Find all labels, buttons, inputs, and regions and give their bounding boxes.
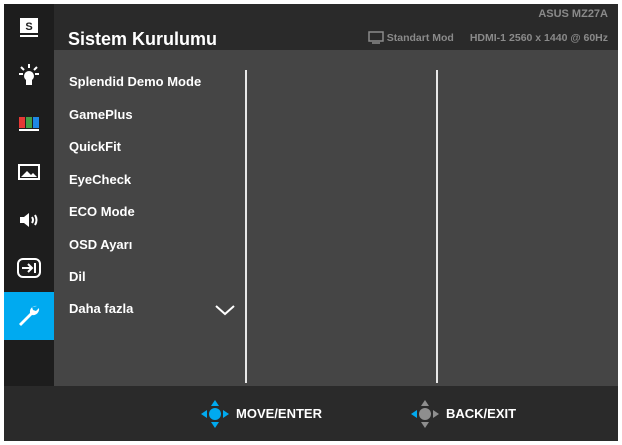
joystick-back-icon <box>411 399 439 428</box>
footer: MOVE/ENTER BACK/EXIT <box>4 386 618 441</box>
sidebar: S <box>4 4 54 386</box>
monitor-icon <box>368 31 384 44</box>
color-bars-icon <box>19 117 39 131</box>
sidebar-item-system-setup[interactable] <box>4 292 54 340</box>
osd-window: S Sistem Kurulumu ASUS MZ27A Standart Mo… <box>0 0 622 445</box>
sidebar-item-color[interactable] <box>4 100 54 148</box>
move-enter-label: MOVE/ENTER <box>236 406 322 421</box>
lightbulb-icon <box>19 64 39 85</box>
menu-item-eyecheck[interactable]: EyeCheck <box>69 172 131 187</box>
menu-item-splendid-demo[interactable]: Splendid Demo Mode <box>69 74 201 89</box>
menu-item-quickfit[interactable]: QuickFit <box>69 139 121 154</box>
menu-item-osd-settings[interactable]: OSD Ayarı <box>69 237 132 252</box>
wrench-icon <box>19 305 40 326</box>
back-exit-label: BACK/EXIT <box>446 406 517 421</box>
menu-item-more[interactable]: Daha fazla <box>69 301 133 316</box>
menu-item-gameplus[interactable]: GamePlus <box>69 107 133 122</box>
move-enter-hint: MOVE/ENTER <box>200 386 322 441</box>
svg-text:S: S <box>25 21 32 33</box>
joystick-move-icon <box>201 399 229 428</box>
sidebar-item-sound[interactable] <box>4 196 54 244</box>
resolution-label: 2560 x 1440 @ 60Hz <box>509 31 608 44</box>
column-divider <box>436 70 438 383</box>
sidebar-item-input[interactable] <box>4 244 54 292</box>
menu-item-eco-mode[interactable]: ECO Mode <box>69 204 135 219</box>
mode-label: Standart Mod <box>386 31 454 44</box>
input-label: HDMI-1 <box>469 31 507 44</box>
status-bar: Standart Mod HDMI-1 2560 x 1440 @ 60Hz <box>368 31 608 44</box>
model-name: ASUS MZ27A <box>538 8 608 20</box>
sidebar-item-image[interactable] <box>4 148 54 196</box>
header: Sistem Kurulumu ASUS MZ27A Standart Mod … <box>54 4 618 50</box>
sidebar-item-blue-light[interactable] <box>4 52 54 100</box>
input-icon <box>17 258 41 278</box>
menu-item-language[interactable]: Dil <box>69 269 86 284</box>
sidebar-item-splendid[interactable]: S <box>4 4 54 52</box>
page-title: Sistem Kurulumu <box>68 29 218 49</box>
main-panel: Sistem Kurulumu ASUS MZ27A Standart Mod … <box>54 4 618 386</box>
speaker-icon <box>20 213 38 227</box>
s-splendid-icon: S <box>20 18 38 37</box>
back-exit-hint: BACK/EXIT <box>410 386 516 441</box>
chevron-down-icon[interactable] <box>214 303 236 317</box>
column-divider <box>245 70 247 383</box>
image-icon <box>18 164 40 180</box>
